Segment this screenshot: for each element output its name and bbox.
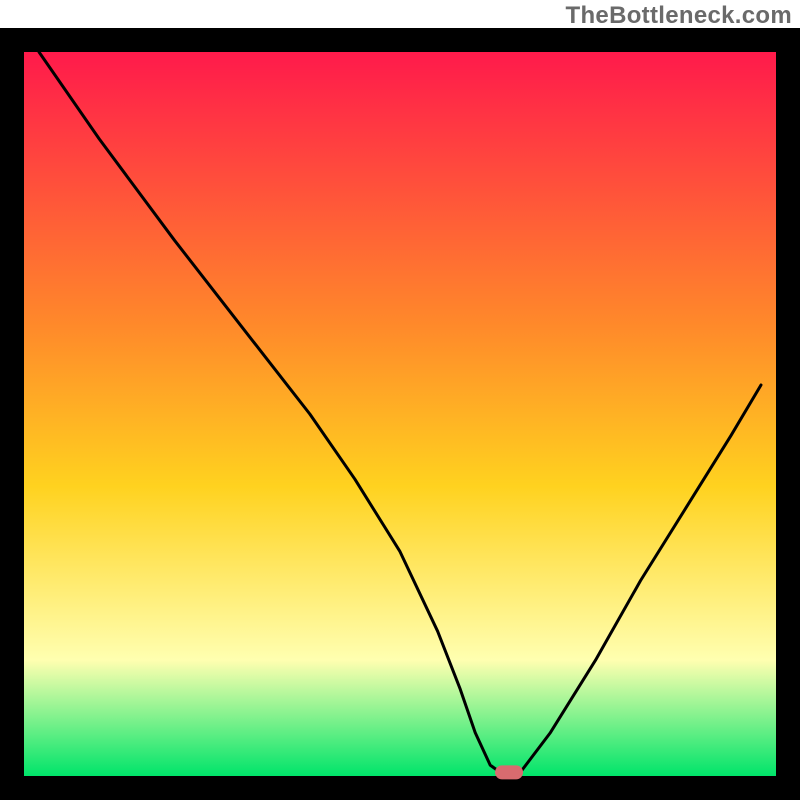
plot-border-left bbox=[0, 28, 24, 800]
bottleneck-chart bbox=[0, 0, 800, 800]
plot-border-bottom bbox=[0, 776, 800, 800]
plot-border-top bbox=[0, 28, 800, 52]
plot-border-right bbox=[776, 28, 800, 800]
watermark-text: TheBottleneck.com bbox=[566, 2, 792, 30]
chart-frame: TheBottleneck.com bbox=[0, 0, 800, 800]
optimum-marker bbox=[495, 765, 523, 779]
plot-background bbox=[24, 52, 776, 776]
